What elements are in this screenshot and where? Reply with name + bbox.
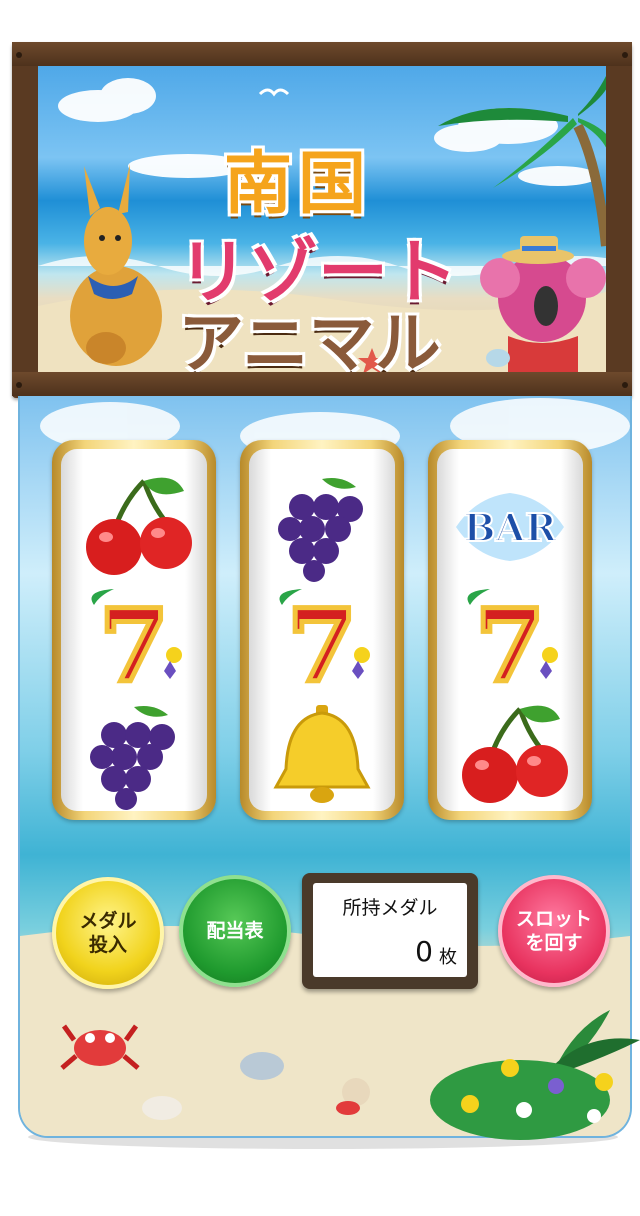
game-title-line1: 南国 [224, 145, 373, 224]
seven-icon: 7 [467, 585, 558, 697]
seven-icon: 7 [279, 585, 370, 697]
bar-symbol: BAR [456, 493, 564, 561]
game-title-line3: アニマル [178, 305, 441, 372]
hermit-crab-icon [336, 1078, 370, 1115]
insert-medal-label-1: メダル [79, 910, 137, 932]
shell-icon [240, 1052, 284, 1080]
title-signboard: 南国 リゾート アニマル [12, 42, 632, 398]
scallop-icon [142, 1096, 182, 1120]
reel-2: 7 [240, 440, 404, 820]
beach-decoration [60, 1010, 640, 1140]
nail-icon [16, 382, 22, 388]
tropical-plant-icon [430, 1010, 640, 1140]
svg-text:7: 7 [99, 587, 169, 697]
crab-icon [60, 1024, 140, 1070]
payout-table-label: 配当表 [206, 920, 264, 942]
grape-icon [90, 706, 175, 810]
cherry-icon [462, 705, 568, 803]
medal-counter-screen: 所持メダル 0 枚 [313, 883, 467, 977]
spin-label-2: を回す [525, 932, 583, 954]
nail-icon [622, 52, 628, 58]
payout-table-button[interactable]: 配当表 [179, 875, 291, 987]
bell-icon [273, 705, 371, 803]
beach-scene: 南国 リゾート アニマル [38, 66, 606, 372]
insert-medal-label-2: 投入 [88, 934, 127, 956]
medal-counter-title: 所持メダル [342, 897, 438, 919]
grape-icon [278, 478, 363, 582]
wood-plank-top [12, 42, 632, 66]
spin-label-1: スロット [515, 908, 592, 930]
svg-text:7: 7 [475, 587, 545, 697]
svg-text:7: 7 [287, 587, 357, 697]
reel-3: BAR 7 [428, 440, 592, 820]
cherry-icon [86, 477, 192, 575]
nail-icon [16, 52, 22, 58]
medal-count: 0 [415, 935, 433, 968]
spin-slot-button[interactable]: スロット を回す [498, 875, 610, 987]
wood-plank-bottom [12, 372, 632, 396]
seven-icon: 7 [91, 585, 182, 697]
medal-counter: 所持メダル 0 枚 [302, 873, 478, 989]
medal-unit: 枚 [439, 947, 457, 968]
reel-1: 7 [52, 440, 216, 820]
nail-icon [622, 382, 628, 388]
insert-medal-button[interactable]: メダル 投入 [52, 877, 164, 989]
svg-text:BAR: BAR [463, 505, 557, 550]
